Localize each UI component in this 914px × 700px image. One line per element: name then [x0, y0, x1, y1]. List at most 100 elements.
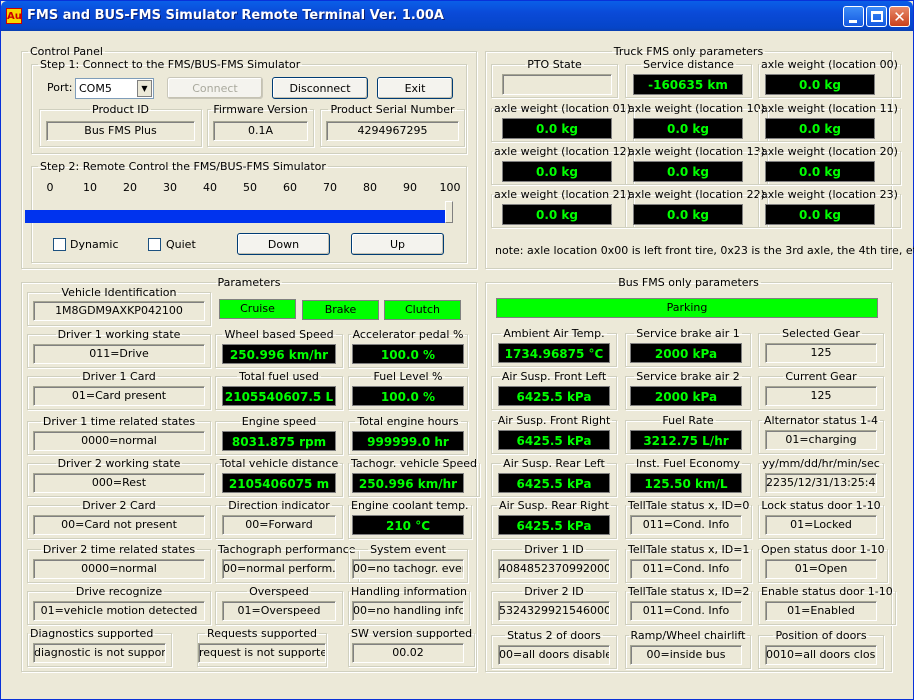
service-brake1-value: 2000 kPa [630, 343, 742, 363]
port-label: Port: [47, 81, 73, 94]
tacho-speed-value: 250.996 km/hr [352, 473, 464, 493]
maximize-icon [871, 11, 883, 22]
app-window: Au FMS and BUS-FMS Simulator Remote Term… [0, 0, 914, 700]
system-event-value: 00=no tachogr. event [352, 559, 464, 579]
axle-10-label: axle weight (location 10) [628, 102, 765, 115]
scale-tick-label: 100 [439, 181, 461, 194]
alternator-value: 01=charging [765, 430, 877, 450]
fuel-rate-label: Fuel Rate [662, 414, 714, 427]
step2-title: Step 2: Remote Control the FMS/BUS-FMS S… [40, 160, 326, 173]
port-select[interactable]: COM5 ▼ [75, 78, 154, 99]
quiet-checkbox[interactable] [148, 238, 161, 251]
level-slider-fill [25, 210, 445, 223]
minimize-button[interactable] [843, 6, 864, 27]
driver1-time-label: Driver 1 time related states [42, 415, 196, 428]
maximize-button[interactable] [866, 6, 887, 27]
service-brake1-label: Service brake air 1 [636, 327, 740, 340]
wheel-speed-value: 250.996 km/hr [222, 344, 336, 364]
fuel-used-label: Total fuel used [239, 370, 319, 383]
sw-version-label: SW version supported [351, 627, 473, 640]
pto-value [502, 74, 612, 95]
datetime-label: yy/mm/dd/hr/min/sec [762, 457, 880, 470]
driver2-id-label: Driver 2 ID [524, 585, 584, 598]
current-gear-value: 125 [765, 386, 877, 406]
handling-value: 00=no handling info. [352, 601, 464, 621]
ramp-label: Ramp/Wheel chairlift [630, 629, 746, 642]
selected-gear-label: Selected Gear [782, 327, 860, 340]
axle-22-value: 0.0 kg [633, 204, 743, 225]
axle-00-label: axle weight (location 00) [761, 58, 898, 71]
requests-value: request is not supported [198, 643, 326, 663]
telltale2-label: TellTale status x, ID=2 [628, 585, 750, 598]
sw-version-value: 00.02 [352, 643, 464, 663]
diagnostics-value: diagnostic is not supported [33, 643, 166, 663]
fuel-rate-value: 3212.75 L/hr [630, 430, 742, 450]
service-distance-value: -160635 km [633, 74, 743, 95]
ambient-value: 1734.96875 °C [498, 343, 610, 363]
step1-title: Step 1: Connect to the FMS/BUS-FMS Simul… [40, 58, 301, 71]
title-bar[interactable]: Au FMS and BUS-FMS Simulator Remote Term… [1, 1, 913, 31]
driver1-work-value: 011=Drive [33, 344, 205, 364]
down-button[interactable]: Down [237, 233, 330, 255]
vehicle-distance-value: 2105406075 m [222, 473, 336, 493]
telltale2-value: 011=Cond. Info [630, 601, 742, 621]
clutch-indicator: Clutch [384, 300, 461, 320]
axle-13-value: 0.0 kg [633, 161, 743, 182]
truck-title: Truck FMS only parameters [613, 45, 764, 58]
driver2-work-value: 000=Rest [33, 473, 205, 493]
driver2-work-label: Driver 2 working state [57, 457, 181, 470]
ambient-label: Ambient Air Temp. [503, 327, 605, 340]
axle-12-label: axle weight (location 12) [494, 145, 631, 158]
up-button[interactable]: Up [351, 233, 444, 255]
requests-label: Requests supported [207, 627, 317, 640]
scale-tick-label: 30 [163, 181, 177, 194]
axle-00-value: 0.0 kg [765, 74, 875, 95]
close-button[interactable]: ✕ [889, 6, 910, 27]
datetime-value: 2235/12/31/13:25:43 [765, 473, 877, 493]
disconnect-button[interactable]: Disconnect [272, 77, 368, 99]
driver1-card-label: Driver 1 Card [82, 370, 156, 383]
exit-button[interactable]: Exit [377, 77, 453, 99]
connect-button[interactable]: Connect [167, 77, 263, 99]
close-icon: ✕ [893, 8, 906, 26]
scale-tick-label: 0 [46, 181, 54, 194]
bus-title: Bus FMS only parameters [618, 276, 759, 289]
axle-01-value: 0.0 kg [502, 118, 612, 139]
driver1-id-value: 4084852370992000* [498, 559, 610, 579]
scale-tick-label: 20 [123, 181, 137, 194]
axle-21-value: 0.0 kg [502, 204, 612, 225]
system-event-label: System event [370, 543, 446, 556]
scale-tick-label: 90 [403, 181, 417, 194]
diagnostics-label: Diagnostics supported [30, 627, 154, 640]
enable-door-value: 01=Enabled [765, 601, 877, 621]
overspeed-value: 01=Overspeed [222, 601, 336, 621]
quiet-label: Quiet [166, 238, 196, 251]
vin-label: Vehicle Identification [61, 286, 177, 299]
dynamic-checkbox[interactable] [53, 238, 66, 251]
control-panel-title: Control Panel [30, 45, 103, 58]
axle-01-label: axle weight (location 01) [494, 102, 631, 115]
parking-indicator: Parking [496, 298, 878, 318]
telltale1-label: TellTale status x, ID=1 [628, 543, 750, 556]
open-door-label: Open status door 1-10 [761, 543, 885, 556]
susp-rear-right-value: 6425.5 kPa [498, 515, 610, 535]
firmware-label: Firmware Version [213, 103, 308, 116]
scale-tick-label: 40 [203, 181, 217, 194]
direction-value: 00=Forward [222, 515, 336, 535]
fuel-level-label: Fuel Level % [373, 370, 443, 383]
susp-rear-left-value: 6425.5 kPa [498, 473, 610, 493]
chevron-down-icon[interactable]: ▼ [137, 80, 152, 97]
fuel-economy-value: 125.50 km/L [630, 473, 742, 493]
telltale0-label: TellTale status x, ID=0 [628, 499, 750, 512]
axle-21-label: axle weight (location 21) [494, 188, 631, 201]
accel-label: Accelerator pedal % [352, 328, 464, 341]
wheel-speed-label: Wheel based Speed [224, 328, 334, 341]
susp-front-left-value: 6425.5 kPa [498, 386, 610, 406]
driver1-id-label: Driver 1 ID [524, 543, 584, 556]
level-slider[interactable] [23, 196, 453, 231]
enable-door-label: Enable status door 1-10 [761, 585, 893, 598]
brake-indicator: Brake [302, 300, 379, 320]
slider-thumb[interactable] [445, 201, 453, 223]
axle-20-label: axle weight (location 20) [761, 145, 898, 158]
axle-23-label: axle weight (location 23) [761, 188, 898, 201]
